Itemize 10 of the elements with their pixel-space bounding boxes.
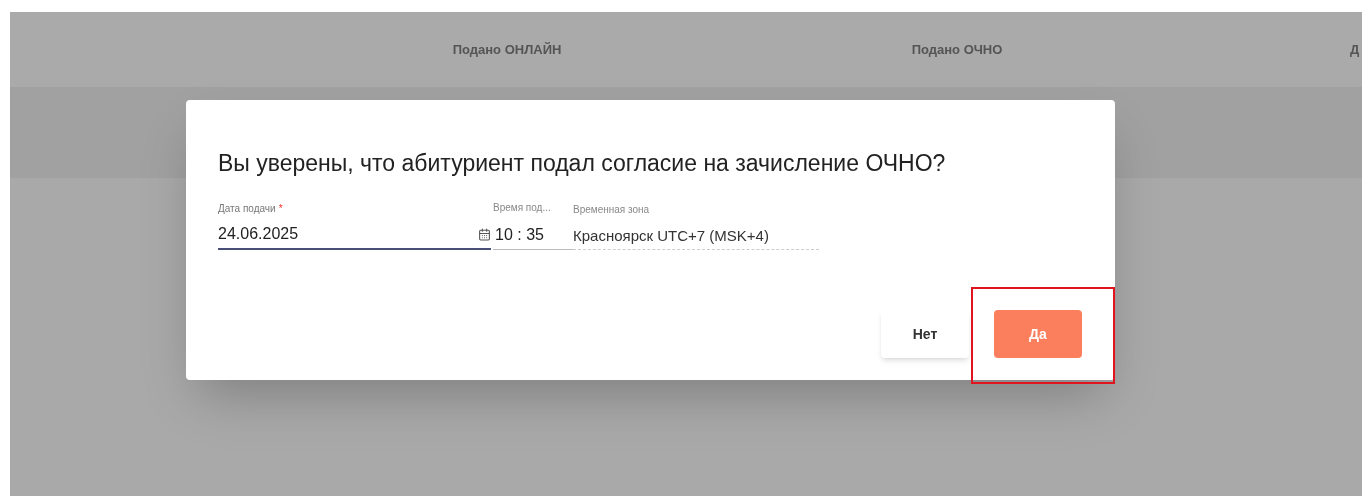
column-header: Подано ОЧНО (911, 40, 1003, 59)
column-header: Д (1350, 40, 1360, 59)
date-field[interactable]: Дата подачи * 24.06.2025 (218, 201, 491, 250)
dialog-title: Вы уверены, что абитуриент подал согласие на зачисление ОЧНО? (218, 149, 947, 178)
calendar-icon[interactable] (478, 227, 491, 241)
cancel-button[interactable]: Нет (881, 310, 969, 358)
time-field[interactable]: Время под... 10 : 35 (493, 200, 573, 250)
column-header: Подано ОНЛАЙН (452, 40, 562, 59)
required-mark: * (278, 203, 283, 214)
timezone-field[interactable]: Временная зона Красноярск UTC+7 (MSK+4) (573, 201, 819, 250)
